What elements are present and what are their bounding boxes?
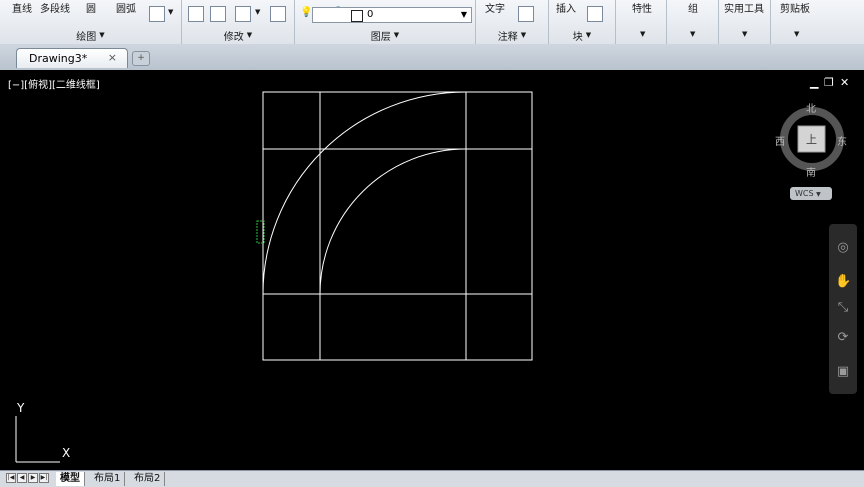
prev-layout-icon[interactable]: ◀ bbox=[17, 473, 27, 483]
viewcube-north[interactable]: 北 bbox=[806, 100, 816, 115]
steering-wheel-icon[interactable]: ◎ bbox=[835, 240, 851, 256]
navigation-bar: ◎ ✋ ⤡ ⟳ ▣ bbox=[829, 224, 857, 394]
viewcube-south[interactable]: 南 bbox=[806, 164, 816, 179]
zoom-icon[interactable]: ⤡ bbox=[835, 300, 851, 316]
last-layout-icon[interactable]: ▶| bbox=[39, 473, 49, 483]
inner-arc[interactable] bbox=[319, 148, 467, 295]
tab-model[interactable]: 模型 bbox=[56, 472, 85, 486]
ucs-x-label: X bbox=[62, 446, 71, 460]
viewcube-top-label[interactable]: 上 bbox=[806, 131, 817, 147]
pan-hand-icon[interactable]: ✋ bbox=[835, 274, 851, 290]
tab-layout1[interactable]: 布局1 bbox=[90, 472, 126, 486]
outer-arc[interactable] bbox=[262, 91, 467, 295]
first-layout-icon[interactable]: |◀ bbox=[6, 473, 16, 483]
tab-layout2[interactable]: 布局2 bbox=[130, 472, 166, 486]
next-layout-icon[interactable]: ▶ bbox=[28, 473, 38, 483]
wcs-menu[interactable]: WCS ▼ bbox=[790, 187, 832, 200]
ucs-icon bbox=[15, 416, 60, 463]
viewcube-east[interactable]: 东 bbox=[837, 133, 847, 148]
orbit-icon[interactable]: ⟳ bbox=[835, 330, 851, 346]
showmotion-icon[interactable]: ▣ bbox=[835, 364, 851, 380]
viewcube-west[interactable]: 西 bbox=[775, 133, 785, 148]
layout-tab-bar: |◀ ◀ ▶ ▶| 模型 布局1 布局2 bbox=[0, 470, 864, 487]
drawing-geometry[interactable] bbox=[0, 0, 864, 486]
outer-square[interactable] bbox=[262, 91, 533, 361]
ucs-y-label: Y bbox=[17, 401, 25, 415]
